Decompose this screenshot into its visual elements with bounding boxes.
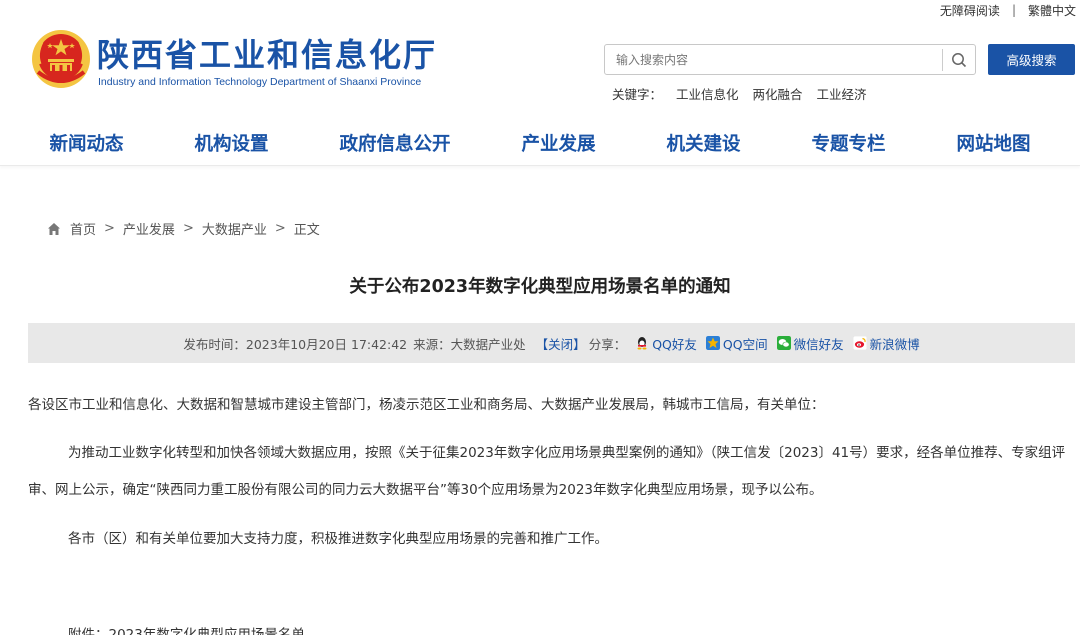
search-input[interactable] [605,45,942,74]
share-wechat[interactable]: 微信好友 [776,334,844,353]
share-weibo-label: 新浪微博 [869,336,920,352]
site-header: 陕西省工业和信息化厅 Industry and Information Tech… [0,20,1080,120]
attachment-line[interactable]: 附件：2023年数字化典型应用场景名单 [28,619,1075,635]
source-value: 大数据产业处 [450,336,526,352]
accessibility-link[interactable]: 无障碍阅读 [940,2,1000,19]
national-emblem-icon[interactable] [30,28,92,90]
publish-label: 发布时间： [183,336,246,352]
share-label: 分享： [588,336,627,352]
breadcrumb-separator: > [274,221,286,236]
breadcrumb: 首页 > 产业发展 > 大数据产业 > 正文 [47,219,320,238]
keyword-link[interactable]: 工业信息化 [676,84,739,103]
nav-item-agency[interactable]: 机关建设 [666,130,740,156]
search-button[interactable] [943,45,975,74]
traditional-chinese-link[interactable]: 繁體中文 [1028,2,1076,19]
share-qzone-label: QQ空间 [722,336,768,352]
breadcrumb-separator: > [182,221,194,236]
keyword-link[interactable]: 两化融合 [753,84,803,103]
breadcrumb-home[interactable]: 首页 [70,219,96,238]
nav-item-sitemap[interactable]: 网站地图 [956,130,1030,156]
share-qzone[interactable]: QQ空间 [705,334,768,353]
nav-item-gov-info[interactable]: 政府信息公开 [339,130,450,156]
qq-friend-icon [637,337,647,350]
publish-time: 2023年10月20日 17:42:42 [245,336,408,352]
close-link[interactable]: 【关闭】 [536,334,586,353]
breadcrumb-current: 正文 [293,223,320,238]
share-wechat-label: 微信好友 [793,336,844,352]
article-paragraph: 各设区市工业和信息化、大数据和智慧城市建设主管部门，杨凌示范区工业和商务局、大数… [28,397,825,413]
share-qq-friend[interactable]: QQ好友 [635,334,697,353]
site-title[interactable]: 陕西省工业和信息化厅 [97,30,437,76]
home-icon[interactable] [47,222,61,236]
source-label: 来源： [413,336,451,352]
breadcrumb-separator: > [104,221,115,236]
search-icon [952,52,967,67]
nav-item-topics[interactable]: 专题专栏 [811,130,885,156]
share-qq-friend-label: QQ好友 [652,336,697,352]
weibo-icon [852,336,867,350]
site-subtitle: Industry and Information Technology Depa… [98,76,422,88]
article-meta-bar: 发布时间： 2023年10月20日 17:42:42 来源： 大数据产业处 【关… [28,323,1075,363]
keywords-label: 关键字： [612,87,663,102]
advanced-search-button[interactable]: 高级搜索 [988,44,1075,75]
top-utility-bar: 无障碍阅读 | 繁體中文 [940,0,1076,20]
share-weibo[interactable]: 新浪微博 [852,334,920,353]
keyword-link[interactable]: 工业经济 [817,84,867,103]
nav-item-industry[interactable]: 产业发展 [521,130,595,156]
main-nav: 新闻动态 机构设置 政府信息公开 产业发展 机关建设 专题专栏 网站地图 [0,120,1080,166]
article-paragraph: 为推动工业数字化转型和加快各领域大数据应用，按照《关于征集2023年数字化应用场… [28,445,1066,498]
search-box [604,44,976,75]
wechat-icon [776,336,791,350]
topbar-separator: | [1011,3,1016,17]
article-paragraph: 各市（区）和有关单位要加大支持力度，积极推进数字化典型应用场景的完善和推广工作。 [68,531,608,547]
qzone-icon [705,336,720,350]
search-keywords: 关键字： 工业信息化 两化融合 工业经济 [612,84,867,103]
breadcrumb-industry[interactable]: 产业发展 [123,219,175,238]
nav-item-organization[interactable]: 机构设置 [194,130,268,156]
nav-item-news[interactable]: 新闻动态 [49,130,123,156]
article-title: 关于公布2023年数字化典型应用场景名单的通知 [349,277,731,297]
article-content: 各设区市工业和信息化、大数据和智慧城市建设主管部门，杨凌示范区工业和商务局、大数… [28,386,1075,635]
breadcrumb-bigdata[interactable]: 大数据产业 [202,219,267,238]
